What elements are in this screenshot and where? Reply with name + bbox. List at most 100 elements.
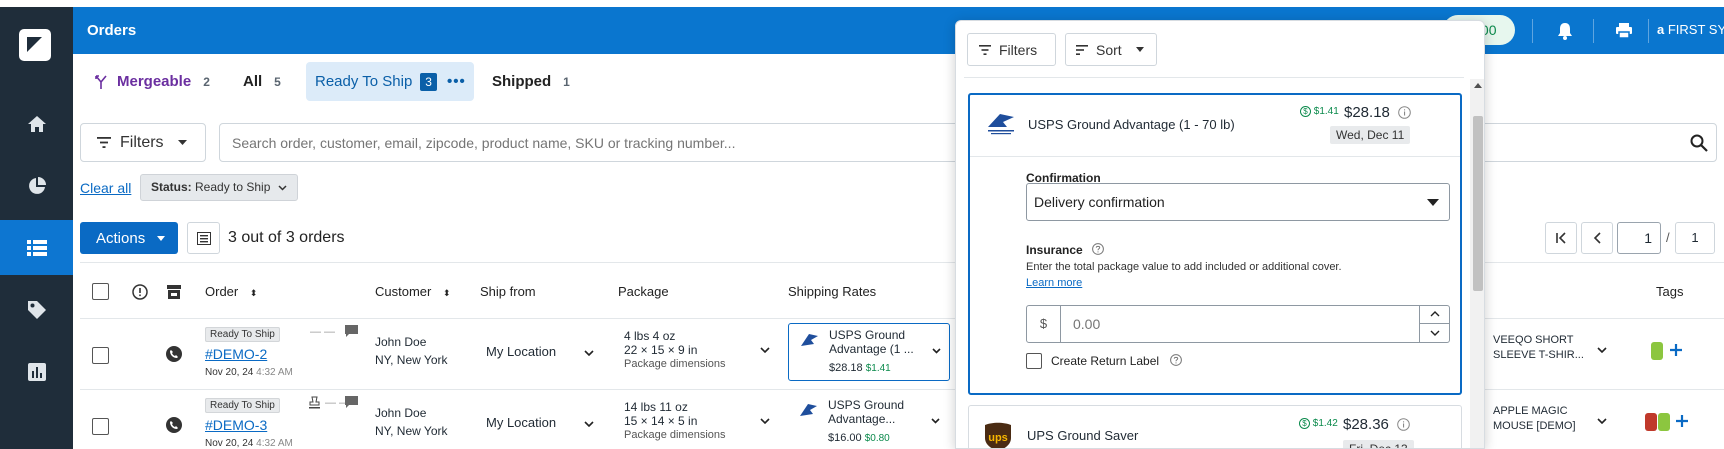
help-icon[interactable]: [1170, 354, 1183, 366]
rate-saving: $ $1.42: [1299, 418, 1338, 429]
column-settings-button[interactable]: [187, 222, 220, 254]
sidebar-item-orders[interactable]: [0, 220, 73, 275]
stepper-up-icon[interactable]: [1430, 311, 1440, 317]
stepper-down-icon[interactable]: [1430, 330, 1440, 336]
printer-icon[interactable]: [1615, 22, 1633, 39]
row-checkbox[interactable]: [92, 347, 109, 364]
tab-ready-to-ship[interactable]: Ready To Ship 3 •••: [306, 62, 474, 101]
info-icon[interactable]: [1397, 418, 1410, 431]
sidebar-item-analytics[interactable]: [0, 344, 73, 399]
sidebar-item-home[interactable]: [0, 96, 73, 151]
divider: [1648, 19, 1649, 43]
column-label: Order: [205, 284, 239, 299]
account-menu[interactable]: a FIRST SY: [1657, 22, 1724, 37]
status-pill: Ready To Ship: [205, 396, 280, 413]
comment-icon[interactable]: [345, 396, 358, 408]
plus-icon[interactable]: [1669, 343, 1683, 357]
package-dims-label: Package dimensions: [624, 358, 726, 370]
column-customer[interactable]: Customer ⬍: [375, 284, 451, 299]
shipping-rate-select[interactable]: USPS Ground Advantage (1 ... $28.18 $1.4…: [788, 323, 950, 381]
scroll-up-icon[interactable]: [1474, 83, 1482, 88]
page-input[interactable]: 1: [1617, 222, 1661, 254]
tab-shipped[interactable]: Shipped 1: [492, 62, 570, 101]
rate-card[interactable]: ups UPS Ground Saver $ $1.42 $28.36 Fri,…: [968, 405, 1462, 448]
column-order[interactable]: Order ⬍: [205, 284, 257, 299]
insurance-field: $: [1026, 305, 1450, 343]
sidebar-item-reports[interactable]: [0, 158, 73, 213]
tab-count: 1: [563, 74, 570, 89]
ship-from-select[interactable]: My Location: [486, 415, 594, 430]
app-logo[interactable]: [19, 29, 51, 61]
sidebar-item-products[interactable]: [0, 282, 73, 337]
bell-icon[interactable]: [1557, 22, 1573, 40]
alert-circle-icon: [132, 284, 148, 300]
account-name: FIRST SY: [1667, 22, 1724, 37]
list-view-icon: [196, 231, 211, 245]
status-filter-chip[interactable]: Status: Ready to Ship: [140, 174, 298, 201]
tab-count: 2: [203, 74, 210, 89]
comment-icon[interactable]: [345, 325, 358, 337]
delivery-date: Wed, Dec 11: [1330, 126, 1411, 144]
order-link[interactable]: #DEMO-2: [205, 346, 267, 362]
chevron-down-icon[interactable]: [760, 347, 770, 353]
divider: [964, 77, 1464, 78]
panel-sort-button[interactable]: Sort: [1065, 33, 1157, 66]
chevron-down-icon[interactable]: [1597, 347, 1607, 353]
bar-chart-icon: [27, 362, 46, 381]
divider: [1593, 19, 1594, 43]
first-page-icon: [1556, 232, 1566, 244]
svg-text:ups: ups: [988, 432, 1008, 444]
activity-dashes: — —: [310, 326, 336, 338]
return-label-checkbox[interactable]: [1026, 353, 1042, 369]
clear-all-link[interactable]: Clear all: [80, 180, 131, 196]
confirmation-select[interactable]: Delivery confirmation: [1026, 183, 1450, 221]
filters-label: Filters: [120, 133, 164, 151]
actions-button[interactable]: Actions: [80, 222, 178, 254]
panel-filters-button[interactable]: Filters: [967, 33, 1056, 66]
order-link[interactable]: #DEMO-3: [205, 417, 267, 433]
tag-swatch[interactable]: [1645, 413, 1657, 431]
number-stepper[interactable]: [1419, 306, 1450, 342]
tab-mergeable[interactable]: Mergeable 2: [95, 62, 210, 101]
tag-swatch[interactable]: [1658, 413, 1670, 431]
plus-icon[interactable]: [1675, 414, 1689, 428]
page-total: 1: [1675, 222, 1715, 254]
first-page-button[interactable]: [1545, 222, 1577, 254]
chevron-down-icon[interactable]: [1597, 418, 1607, 424]
insurance-input[interactable]: [1063, 307, 1403, 341]
shipping-rate-select[interactable]: USPS Ground Advantage... $16.00 $0.80: [788, 394, 950, 449]
actions-label: Actions: [96, 229, 146, 247]
tab-count: 5: [274, 74, 281, 89]
ship-from-select[interactable]: My Location: [486, 344, 594, 359]
rate-card-selected[interactable]: USPS Ground Advantage (1 - 70 lb) $ $1.4…: [968, 93, 1462, 395]
search-icon[interactable]: [1690, 134, 1708, 152]
sort-icon: ⬍: [442, 288, 451, 298]
tag-swatch[interactable]: [1651, 342, 1663, 360]
more-options-icon[interactable]: •••: [447, 73, 466, 90]
filters-button[interactable]: Filters: [80, 123, 206, 162]
info-icon[interactable]: [1398, 106, 1411, 119]
caret-down-icon: [177, 140, 187, 145]
learn-more-link[interactable]: Learn more: [1026, 277, 1082, 289]
amazon-icon: a: [1657, 22, 1665, 37]
page-title: Orders: [87, 22, 137, 39]
usps-eagle-icon: [800, 404, 817, 416]
sort-icon: ⬍: [249, 288, 258, 298]
scrollbar-thumb[interactable]: [1473, 116, 1483, 291]
chevron-down-icon: [584, 350, 594, 357]
chevron-down-icon[interactable]: [760, 418, 770, 424]
rate-saving: $ $1.41: [1300, 106, 1339, 117]
rate-card-header[interactable]: USPS Ground Advantage (1 - 70 lb) $ $1.4…: [970, 95, 1460, 157]
help-icon[interactable]: [1092, 243, 1104, 255]
prev-page-button[interactable]: [1581, 222, 1613, 254]
package-weight: 4 lbs 4 oz: [624, 329, 676, 343]
row-checkbox[interactable]: [92, 418, 109, 435]
shipping-rates-panel: Filters Sort USPS Ground Advantage (1 - …: [955, 20, 1485, 449]
select-all-checkbox[interactable]: [92, 283, 109, 300]
rate-service: UPS Ground Saver: [1027, 428, 1139, 443]
customer-location: NY, New York: [375, 424, 448, 438]
currency-prefix: $: [1027, 306, 1061, 342]
package-dims: 22 × 15 × 9 in: [624, 343, 698, 357]
tab-all[interactable]: All 5: [243, 62, 281, 101]
filter-icon: [97, 137, 111, 148]
